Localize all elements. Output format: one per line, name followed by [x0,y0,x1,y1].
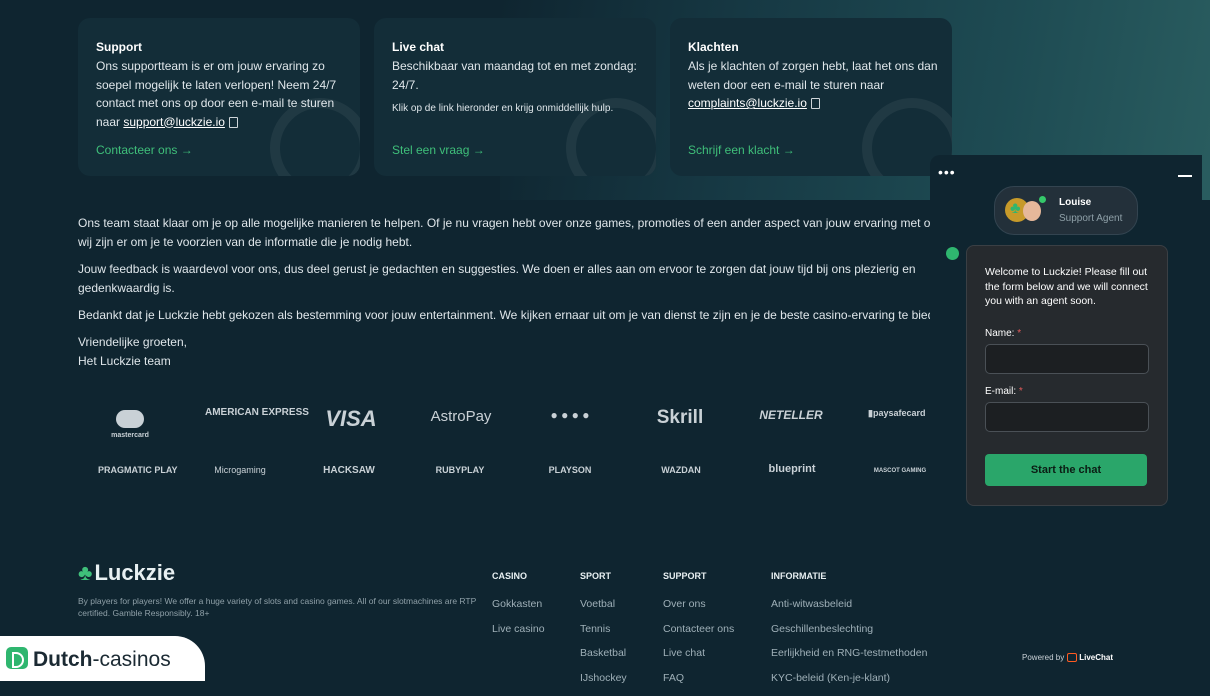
card-title: Klachten [688,40,739,54]
powered-by[interactable]: Powered byLiveChat [1022,653,1113,662]
footer-link[interactable]: Eerlijkheid en RNG-testmethoden [771,647,927,672]
email-field[interactable] [985,402,1149,432]
footer-link[interactable]: IJshockey [580,672,627,696]
footer-column-support: SUPPORT Over ons Contacteer ons Live cha… [663,571,734,696]
hacksaw-logo: HACKSAW [322,465,376,476]
visa-logo: VISA [320,406,382,432]
write-complaint-link[interactable]: Schrijf een klacht → [688,143,795,157]
footer-link[interactable]: Gokkasten [492,598,545,623]
footer-link[interactable]: Live casino [492,623,545,648]
intro-paragraph: Ons team staat klaar om je op alle mogel… [78,214,938,252]
prechat-form: Welcome to Luckzie! Please fill out the … [966,245,1168,506]
footer-link[interactable]: Anti-witwasbeleid [771,598,927,623]
skrill-logo: Skrill [650,407,710,429]
livechat-icon [1067,653,1077,662]
footer-link[interactable]: Tennis [580,623,627,648]
support-cards: Support Ons supportteam is er om jouw er… [78,18,952,178]
card-body: Beschikbaar van maandag tot en met zonda… [392,57,642,94]
clover-icon: ♣ [78,560,92,585]
playson-logo: PLAYSON [540,465,600,475]
wazdan-logo: WAZDAN [650,465,712,475]
card-title: Support [96,40,142,54]
agent-name: Louise [1059,197,1091,208]
support-card: Support Ons supportteam is er om jouw er… [78,18,360,176]
payment-dots-logo: ● ● ● ● [538,408,602,422]
complaints-card: Klachten Als je klachten of zorgen hebt,… [670,18,952,176]
footer-link[interactable]: FAQ [663,672,734,696]
microgaming-logo: Microgaming [210,465,270,475]
footer-link[interactable]: Geschillenbeslechting [771,623,927,648]
card-title: Live chat [392,40,444,54]
feedback-paragraph: Jouw feedback is waardevol voor ons, dus… [78,260,938,298]
mastercard-logo: mastercard [110,410,150,439]
name-label: Name: * [985,328,1021,339]
agent-avatar [1023,201,1041,221]
start-chat-button[interactable]: Start the chat [985,454,1147,486]
contact-us-link[interactable]: Contacteer ons → [96,143,193,157]
copy-icon[interactable] [229,117,238,128]
footer-link[interactable]: Over ons [663,598,734,623]
amex-logo: AMERICAN EXPRESS [205,408,275,418]
footer-link[interactable]: Basketbal [580,647,627,672]
dutch-casinos-watermark: Dutch-casinos [0,636,205,681]
chat-menu-icon[interactable]: ••• [938,164,956,180]
footer-heading: SPORT [580,571,627,581]
footer-column-casino: CASINO Gokkasten Live casino [492,571,545,647]
footer-link[interactable]: Contacteer ons [663,623,734,648]
footer-heading: CASINO [492,571,545,581]
agent-card: Louise Support Agent [994,186,1138,235]
thanks-paragraph: Bedankt dat je Luckzie hebt gekozen als … [78,306,938,325]
signature: Het Luckzie team [78,352,938,371]
agent-role: Support Agent [1059,213,1122,224]
minimize-icon[interactable] [1178,175,1192,177]
neteller-logo: NETELLER [758,408,824,422]
online-status-icon [1039,196,1046,203]
footer-logo[interactable]: ♣Luckzie [78,560,175,586]
footer-link[interactable]: Voetbal [580,598,627,623]
footer-link[interactable]: KYC-beleid (Ken-je-klant) [771,672,927,696]
paysafecard-logo: ▮paysafecard [868,408,930,419]
rubyplay-logo: RUBYPLAY [430,465,490,475]
footer-column-sport: SPORT Voetbal Tennis Basketbal IJshockey [580,571,627,696]
astropay-logo: AstroPay [428,408,494,425]
footer-heading: SUPPORT [663,571,734,581]
support-email-link[interactable]: support@luckzie.io [123,115,225,129]
footer-tagline: By players for players! We offer a huge … [78,595,478,619]
name-field[interactable] [985,344,1149,374]
blueprint-logo: blueprint [760,463,824,475]
footer-link[interactable]: Live chat [663,647,734,672]
greeting: Vriendelijke groeten, [78,333,938,352]
live-chat-card: Live chat Beschikbaar van maandag tot en… [374,18,656,176]
email-label: E-mail: * [985,386,1023,397]
bot-icon [946,247,959,260]
dutch-casinos-logo-icon [6,647,28,669]
livechat-widget: ••• Louise Support Agent Welcome to Luck… [930,155,1202,681]
welcome-message: Welcome to Luckzie! Please fill out the … [985,265,1155,309]
pragmatic-play-logo: PRAGMATIC PLAY [98,465,162,475]
footer-heading: INFORMATIE [771,571,927,581]
footer-column-informatie: INFORMATIE Anti-witwasbeleid Geschillenb… [771,571,927,696]
copy-icon[interactable] [811,98,820,109]
ask-question-link[interactable]: Stel een vraag → [392,143,485,157]
complaints-email-link[interactable]: complaints@luckzie.io [688,96,807,110]
mascot-gaming-logo: MASCOT GAMING [870,468,930,474]
